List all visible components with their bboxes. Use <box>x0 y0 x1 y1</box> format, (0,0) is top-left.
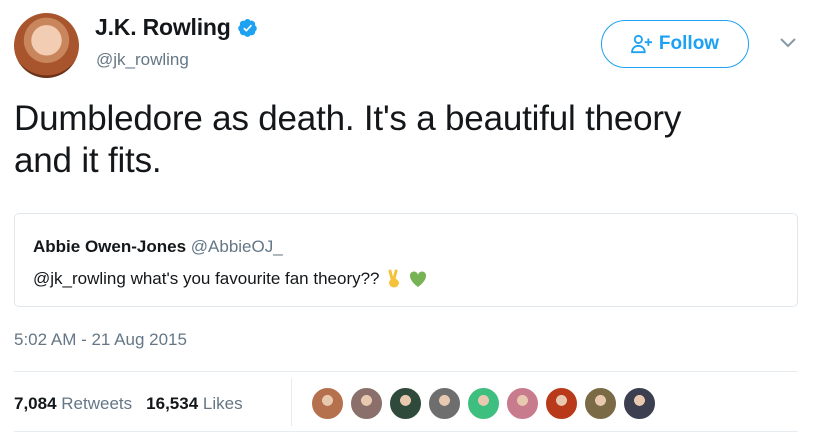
chevron-down-icon[interactable] <box>778 36 798 50</box>
verified-badge-icon <box>237 18 257 37</box>
retweets-label: Retweets <box>61 394 133 413</box>
stats-vertical-divider <box>291 378 292 426</box>
quoted-tweet-header: Abbie Owen-Jones @AbbieOJ_ <box>33 237 283 257</box>
author-name[interactable]: J.K. Rowling <box>95 14 231 41</box>
liker-avatar[interactable] <box>467 387 500 420</box>
liker-avatar[interactable] <box>350 387 383 420</box>
liker-avatars <box>311 387 656 420</box>
stats-divider-top <box>14 371 798 372</box>
likes-label: Likes <box>202 394 243 413</box>
author-handle[interactable]: @jk_rowling <box>96 50 189 70</box>
author-name-row: J.K. Rowling <box>95 14 258 41</box>
tweet-stats: 7,084 Retweets 16,534 Likes <box>14 394 243 414</box>
stats-divider-bottom <box>14 431 798 432</box>
avatar[interactable] <box>14 13 79 78</box>
retweets-count: 7,084 <box>14 394 57 413</box>
quoted-tweet-body: @jk_rowling what's you favourite fan the… <box>33 269 428 289</box>
liker-avatar[interactable] <box>428 387 461 420</box>
victory-hand-emoji-icon <box>388 269 399 288</box>
follow-label: Follow <box>658 33 720 54</box>
tweet-text: Dumbledore as death. It's a beautiful th… <box>14 98 804 182</box>
quoted-tweet-author-handle: @AbbieOJ_ <box>190 237 283 256</box>
liker-avatar[interactable] <box>311 387 344 420</box>
liker-avatar[interactable] <box>506 387 539 420</box>
likes-count: 16,534 <box>146 394 199 413</box>
tweet-timestamp[interactable]: 5:02 AM - 21 Aug 2015 <box>14 330 187 350</box>
liker-avatar[interactable] <box>623 387 656 420</box>
liker-avatar[interactable] <box>389 387 422 420</box>
quoted-tweet-author-name: Abbie Owen-Jones <box>33 237 187 256</box>
liker-avatar[interactable] <box>584 387 617 420</box>
liker-avatar[interactable] <box>545 387 578 420</box>
quoted-tweet[interactable]: Abbie Owen-Jones @AbbieOJ_ @jk_rowling w… <box>14 213 798 307</box>
likes-stat[interactable]: 16,534 Likes <box>146 394 242 414</box>
add-user-icon <box>631 34 652 54</box>
quoted-tweet-text: @jk_rowling what's you favourite fan the… <box>33 269 380 288</box>
tweet-text-line-1: Dumbledore as death. It's a beautiful th… <box>14 99 682 138</box>
green-heart-emoji-icon <box>409 271 426 287</box>
tweet-text-line-2: and it fits. <box>14 141 162 180</box>
follow-button[interactable]: Follow <box>601 20 749 68</box>
retweets-stat[interactable]: 7,084 Retweets <box>14 394 132 414</box>
